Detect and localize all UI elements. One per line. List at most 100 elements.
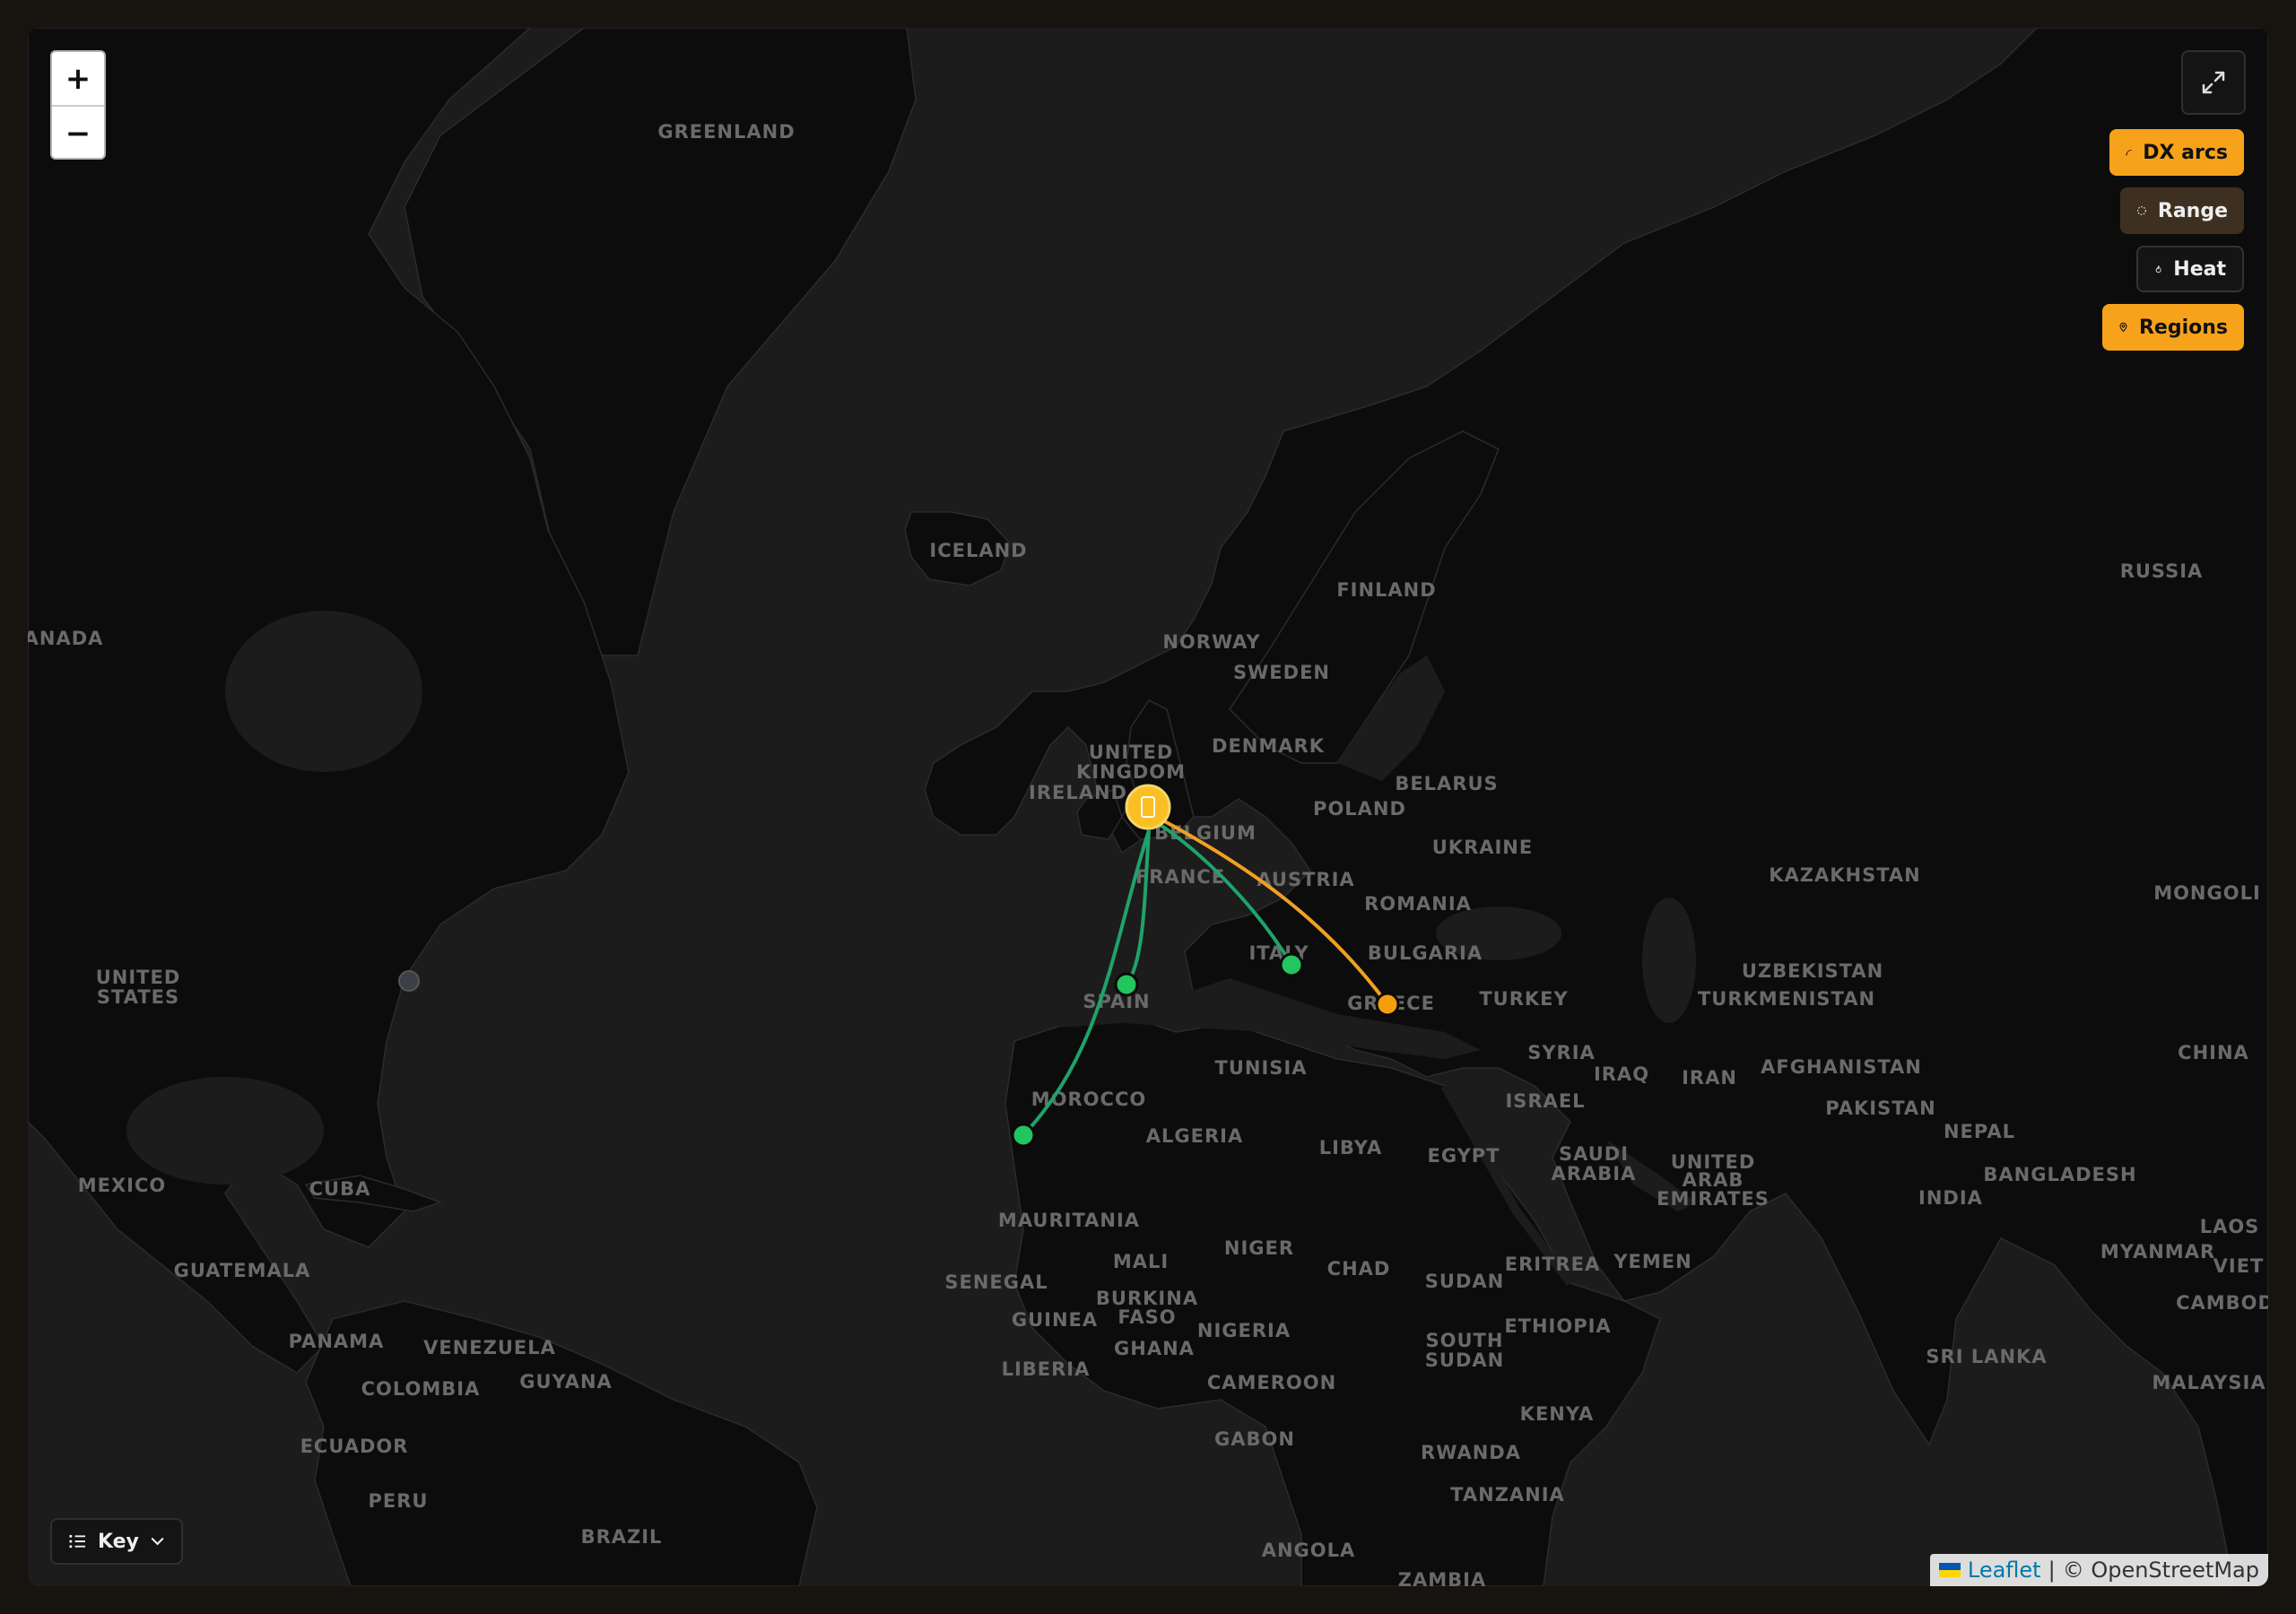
map-label-bulgaria: BULGARIA [1368, 942, 1483, 964]
map-label-syria: SYRIA [1527, 1042, 1596, 1063]
contact-point-greece[interactable] [1375, 992, 1400, 1017]
map-label-norway: NORWAY [1162, 631, 1260, 653]
map-label-ssudan2: SUDAN [1425, 1349, 1504, 1371]
map-label-iceland: ICELAND [929, 540, 1027, 561]
map-label-cambod: CAMBOD [2176, 1292, 2268, 1314]
map-label-eritrea: ERITREA [1505, 1254, 1600, 1275]
map-label-mexico: MEXICO [78, 1175, 167, 1196]
range-toggle[interactable]: Range [2120, 187, 2244, 234]
map-label-canada: ANADA [28, 628, 103, 649]
contact-point-spain[interactable] [1114, 972, 1139, 997]
map-label-mongolia: MONGOLI [2153, 882, 2261, 904]
map-label-us1: UNITED [96, 967, 181, 988]
attribution-separator: | [2048, 1558, 2056, 1583]
contact-point-canary[interactable] [1011, 1123, 1036, 1148]
map-label-myanmar: MYANMAR [2100, 1241, 2215, 1263]
leaflet-link[interactable]: Leaflet [1968, 1558, 2041, 1583]
zoom-control: + − [50, 50, 106, 160]
map-label-russia: RUSSIA [2120, 560, 2204, 582]
map-label-nigeria: NIGERIA [1197, 1320, 1291, 1341]
map-label-egypt: EGYPT [1427, 1145, 1500, 1167]
map-label-niger: NIGER [1224, 1237, 1294, 1259]
key-dropdown[interactable]: Key [50, 1518, 183, 1565]
map-label-srilanka: SRI LANKA [1926, 1346, 2047, 1367]
map-label-ethiopia: ETHIOPIA [1504, 1315, 1611, 1337]
map-label-chad: CHAD [1327, 1258, 1391, 1280]
map-label-ssudan1: SOUTH [1426, 1330, 1504, 1351]
map-label-romania: ROMANIA [1364, 893, 1472, 915]
list-icon [69, 1534, 86, 1549]
map-label-iran: IRAN [1682, 1067, 1737, 1089]
map-label-kazakhstan: KAZAKHSTAN [1769, 864, 1921, 886]
map-label-burkina2: FASO [1118, 1306, 1176, 1328]
map-label-guyana: GUYANA [519, 1371, 613, 1393]
zoom-out-button[interactable]: − [52, 107, 104, 158]
expand-icon [2202, 71, 2225, 94]
map-label-israel: ISRAEL [1505, 1090, 1585, 1112]
contact-point-italy[interactable] [1279, 952, 1304, 977]
map-label-zambia: ZAMBIA [1398, 1569, 1486, 1586]
dashed-circle-icon [2137, 206, 2146, 215]
range-label: Range [2157, 199, 2228, 222]
map-label-guatemala: GUATEMALA [174, 1260, 311, 1281]
map-container[interactable]: GREENLAND ICELAND ANADA UNITED STATES MEXICO C… [28, 28, 2268, 1586]
map-label-angola: ANGOLA [1262, 1540, 1356, 1561]
zoom-in-button[interactable]: + [52, 52, 104, 107]
home-station-marker[interactable] [1125, 784, 1171, 830]
heat-toggle[interactable]: Heat [2136, 246, 2244, 292]
arc-icon [2126, 149, 2132, 156]
map-label-belarus: BELARUS [1395, 773, 1498, 794]
map-label-ghana: GHANA [1114, 1338, 1195, 1359]
map-label-sudan: SUDAN [1425, 1271, 1504, 1292]
map-label-us2: STATES [97, 986, 179, 1008]
osm-attribution[interactable]: © OpenStreetMap [2063, 1558, 2259, 1583]
ukraine-flag-icon [1938, 1563, 1961, 1577]
map-label-colombia: COLOMBIA [361, 1378, 481, 1400]
map-label-gabon: GABON [1214, 1428, 1295, 1450]
map-label-libya: LIBYA [1319, 1137, 1383, 1158]
map-label-uk2: KINGDOM [1076, 761, 1186, 783]
map-label-poland: POLAND [1313, 798, 1406, 820]
map-label-guinea: GUINEA [1012, 1309, 1098, 1331]
map-label-yemen: YEMEN [1613, 1251, 1692, 1272]
map-label-india: INDIA [1918, 1187, 1983, 1209]
fullscreen-button[interactable] [2181, 50, 2246, 115]
map-label-cameroon: CAMEROON [1207, 1372, 1336, 1393]
regions-toggle[interactable]: Regions [2102, 304, 2244, 351]
hudson-bay [225, 611, 422, 772]
regions-label: Regions [2138, 316, 2228, 339]
heat-label: Heat [2173, 257, 2226, 281]
map-label-denmark: DENMARK [1212, 735, 1325, 757]
map-attribution: Leaflet | © OpenStreetMap [1929, 1554, 2268, 1586]
map-label-sweden: SWEDEN [1233, 662, 1330, 683]
map-label-france: FRANCE [1135, 866, 1225, 888]
map-label-uzbekistan: UZBEKISTAN [1742, 960, 1883, 982]
map-label-venezuela: VENEZUELA [423, 1337, 556, 1358]
gulf-of-mexico [126, 1077, 324, 1184]
map-label-uae3: EMIRATES [1657, 1188, 1770, 1210]
map-label-viet: VIET [2213, 1255, 2265, 1277]
map-label-afghanistan: AFGHANISTAN [1761, 1056, 1922, 1078]
dx-arcs-toggle[interactable]: DX arcs [2109, 129, 2244, 176]
chevron-down-icon [151, 1538, 164, 1546]
map-label-uk1: UNITED [1089, 742, 1174, 763]
key-label: Key [97, 1530, 139, 1553]
map-label-kenya: KENYA [1520, 1403, 1595, 1425]
map-label-liberia: LIBERIA [1002, 1358, 1091, 1380]
map-canvas[interactable]: GREENLANDICELANDANADAUNITEDSTATESMEXICO C… [28, 28, 2268, 1586]
map-label-iraq: IRAQ [1594, 1063, 1649, 1085]
map-label-rwanda: RWANDA [1421, 1442, 1521, 1463]
map-label-panama: PANAMA [289, 1331, 385, 1352]
map-label-ukraine: UKRAINE [1432, 837, 1533, 858]
map-label-turkmenistan: TURKMENISTAN [1698, 988, 1875, 1010]
flame-icon [2155, 265, 2161, 273]
contact-point-us-east[interactable] [398, 970, 420, 992]
map-label-tanzania: TANZANIA [1450, 1484, 1565, 1506]
map-label-algeria: ALGERIA [1146, 1125, 1243, 1147]
map-label-turkey: TURKEY [1479, 988, 1568, 1010]
map-label-tunisia: TUNISIA [1215, 1057, 1308, 1079]
map-label-nepal: NEPAL [1944, 1121, 2015, 1142]
map-label-pakistan: PAKISTAN [1825, 1098, 1935, 1119]
caspian-sea [1642, 898, 1696, 1023]
map-label-saudi1: SAUDI [1559, 1143, 1629, 1165]
